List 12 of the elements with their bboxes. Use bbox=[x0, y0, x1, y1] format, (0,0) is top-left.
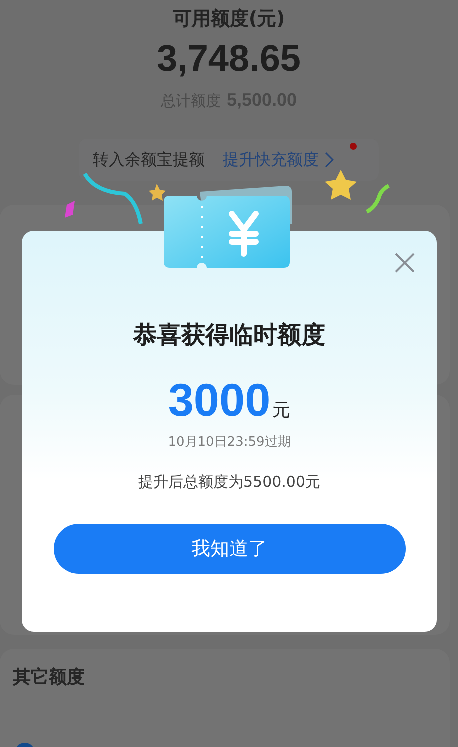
currency-unit: 元 bbox=[272, 399, 291, 422]
transfer-text: 转入余额宝提额 bbox=[93, 150, 205, 170]
available-credit-amount: 3,748.65 bbox=[156, 38, 302, 80]
dialog-title: 恭喜获得临时额度 bbox=[134, 320, 326, 351]
available-credit-label: 可用额度(元) bbox=[172, 7, 286, 32]
chevron-right-icon bbox=[325, 152, 334, 168]
expiry-text: 10月10日23:59过期 bbox=[168, 434, 291, 451]
confirm-button[interactable]: 我知道了 bbox=[54, 524, 406, 574]
section-title: 其它额度 bbox=[13, 666, 86, 689]
credit-amount: 3000 bbox=[168, 373, 271, 427]
total-credit-note: 提升后总额度为5500.00元 bbox=[138, 473, 321, 492]
close-icon[interactable] bbox=[395, 253, 415, 273]
